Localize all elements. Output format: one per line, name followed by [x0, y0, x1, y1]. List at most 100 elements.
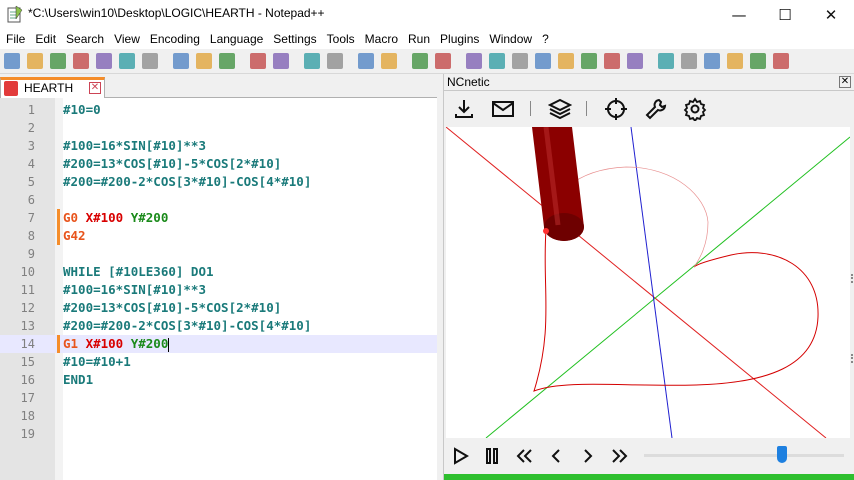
close-all-icon[interactable]: [119, 53, 135, 69]
menu-run[interactable]: Run: [403, 32, 435, 46]
timeline-slider-track[interactable]: [644, 454, 844, 457]
target-icon[interactable]: [604, 97, 628, 121]
folder-workspace-icon[interactable]: [604, 53, 620, 69]
menu-encoding[interactable]: Encoding: [145, 32, 205, 46]
record-macro-icon[interactable]: [658, 53, 674, 69]
code-token: Y#200: [130, 336, 169, 351]
change-marker: [57, 227, 60, 245]
close-button[interactable]: ✕: [808, 0, 854, 29]
wrench-icon[interactable]: [644, 97, 668, 121]
menu-search[interactable]: Search: [61, 32, 109, 46]
find-icon[interactable]: [304, 53, 320, 69]
open-file-icon[interactable]: [27, 53, 43, 69]
code-line[interactable]: 1 #10=0: [0, 101, 437, 119]
menu-settings[interactable]: Settings: [268, 32, 321, 46]
run-macro-icon[interactable]: [727, 53, 743, 69]
pause-icon[interactable]: [480, 444, 504, 468]
menu-plugins[interactable]: Plugins: [435, 32, 484, 46]
zoom-in-icon[interactable]: [358, 53, 374, 69]
code-line[interactable]: 2: [0, 119, 437, 137]
code-line[interactable]: 3 #100=16*SIN[#10]**3: [0, 137, 437, 155]
sync-v-icon[interactable]: [412, 53, 428, 69]
download-icon[interactable]: [452, 97, 476, 121]
copy-icon[interactable]: [196, 53, 212, 69]
save-icon[interactable]: [50, 53, 66, 69]
code-line[interactable]: 5 #200=#200-2*COS[3*#10]-COS[4*#10]: [0, 173, 437, 191]
line-number: 13: [20, 319, 35, 333]
line-number: 17: [20, 391, 35, 405]
window-title: *C:\Users\win10\Desktop\LOGIC\HEARTH - N…: [28, 6, 325, 20]
stop-macro-icon[interactable]: [681, 53, 697, 69]
menu-help[interactable]: ?: [537, 32, 554, 46]
maximize-button[interactable]: ☐: [762, 0, 808, 29]
close-icon[interactable]: [96, 53, 112, 69]
print-icon[interactable]: [142, 53, 158, 69]
menu-macro[interactable]: Macro: [360, 32, 403, 46]
code-token: X#100: [85, 210, 131, 225]
undo-icon[interactable]: [250, 53, 266, 69]
step-back-icon[interactable]: [544, 444, 568, 468]
gear-icon[interactable]: [683, 97, 707, 121]
cut-icon[interactable]: [173, 53, 189, 69]
code-line[interactable]: 13 #200=#200-2*COS[3*#10]-COS[4*#10]: [0, 317, 437, 335]
menu-window[interactable]: Window: [484, 32, 537, 46]
code-line[interactable]: 10 WHILE [#10LE360] DO1: [0, 263, 437, 281]
save-all-icon[interactable]: [73, 53, 89, 69]
playback-bar: [444, 438, 854, 474]
code-line[interactable]: 19: [0, 425, 437, 443]
ncnetic-close-icon[interactable]: ✕: [839, 76, 851, 88]
tab-hearth[interactable]: HEARTH ✕: [0, 77, 105, 98]
plugin-icon[interactable]: [773, 53, 789, 69]
save-macro-icon[interactable]: [750, 53, 766, 69]
code-editor[interactable]: 1 #10=0 2 3 #100=16*SIN[#10]**3 4 #200=13*COS[…: [0, 98, 437, 480]
monitor-icon[interactable]: [627, 53, 643, 69]
ncnetic-title: NCnetic: [447, 75, 490, 89]
code-token: X#100: [85, 336, 131, 351]
code-line[interactable]: 17: [0, 389, 437, 407]
minimize-button[interactable]: —: [716, 0, 762, 29]
ncnetic-toolbar: [444, 91, 854, 126]
all-chars-icon[interactable]: [489, 53, 505, 69]
new-file-icon[interactable]: [4, 53, 20, 69]
code-line[interactable]: 15 #10=#10+1: [0, 353, 437, 371]
code-line[interactable]: 12 #200=13*COS[#10]-5*COS[2*#10]: [0, 299, 437, 317]
code-token: Y#200: [130, 210, 169, 225]
code-line[interactable]: 7 G0 X#100 Y#200: [0, 209, 437, 227]
code-line[interactable]: 16 END1: [0, 371, 437, 389]
code-line[interactable]: 6: [0, 191, 437, 209]
fast-forward-icon[interactable]: [608, 444, 632, 468]
function-list-icon[interactable]: [581, 53, 597, 69]
step-forward-icon[interactable]: [576, 444, 600, 468]
menu-tools[interactable]: Tools: [322, 32, 360, 46]
sync-h-icon[interactable]: [435, 53, 451, 69]
word-wrap-icon[interactable]: [466, 53, 482, 69]
menu-file[interactable]: File: [1, 32, 30, 46]
menu-edit[interactable]: Edit: [30, 32, 61, 46]
udl-icon[interactable]: [535, 53, 551, 69]
tab-close-icon[interactable]: ✕: [89, 82, 101, 94]
indent-guide-icon[interactable]: [512, 53, 528, 69]
rewind-icon[interactable]: [512, 444, 536, 468]
code-token: END1: [63, 372, 94, 387]
play-icon[interactable]: [448, 444, 472, 468]
code-line[interactable]: 9: [0, 245, 437, 263]
code-line[interactable]: 8 G42: [0, 227, 437, 245]
menu-language[interactable]: Language: [205, 32, 268, 46]
menu-view[interactable]: View: [109, 32, 145, 46]
zoom-out-icon[interactable]: [381, 53, 397, 69]
replace-icon[interactable]: [327, 53, 343, 69]
layers-icon[interactable]: [548, 97, 572, 121]
play-macro-icon[interactable]: [704, 53, 720, 69]
code-token: #200=13*COS[#10]-5*COS[2*#10]: [63, 300, 282, 315]
mail-icon[interactable]: [491, 97, 515, 121]
code-line[interactable]: 14 G1 X#100 Y#200: [0, 335, 437, 353]
code-line[interactable]: 11 #100=16*SIN[#10]**3: [0, 281, 437, 299]
redo-icon[interactable]: [273, 53, 289, 69]
doc-map-icon[interactable]: [558, 53, 574, 69]
timeline-slider-thumb[interactable]: [777, 446, 787, 463]
paste-icon[interactable]: [219, 53, 235, 69]
3d-toolpath-viewport[interactable]: [446, 127, 850, 438]
code-text: #200=13*COS[#10]-5*COS[2*#10]: [63, 299, 281, 317]
code-line[interactable]: 18: [0, 407, 437, 425]
code-line[interactable]: 4 #200=13*COS[#10]-5*COS[2*#10]: [0, 155, 437, 173]
